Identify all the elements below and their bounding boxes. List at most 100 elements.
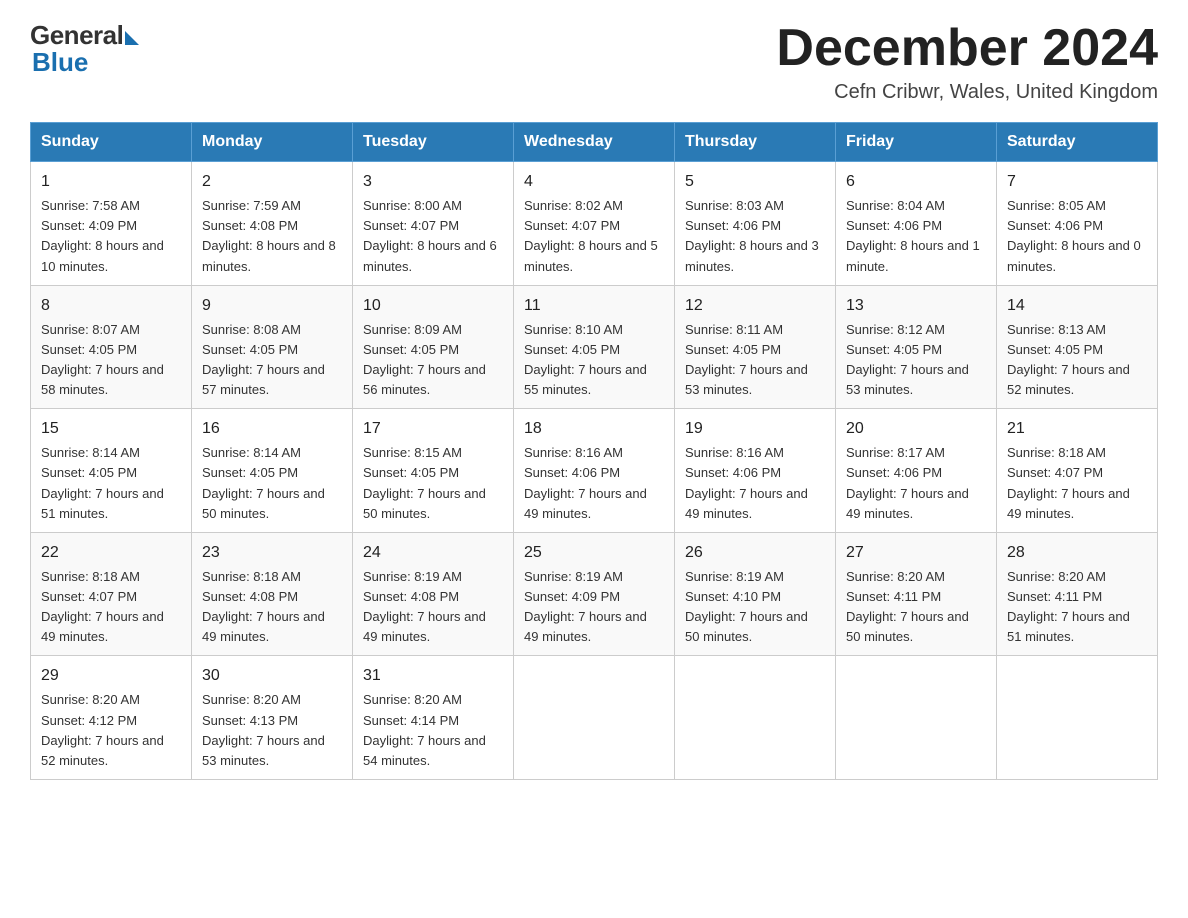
day-info: Sunrise: 8:15 AMSunset: 4:05 PMDaylight:… — [363, 445, 486, 520]
calendar-cell: 21 Sunrise: 8:18 AMSunset: 4:07 PMDaylig… — [997, 409, 1158, 533]
day-info: Sunrise: 8:20 AMSunset: 4:13 PMDaylight:… — [202, 692, 325, 767]
calendar-cell: 15 Sunrise: 8:14 AMSunset: 4:05 PMDaylig… — [31, 409, 192, 533]
col-wednesday: Wednesday — [514, 123, 675, 162]
day-info: Sunrise: 8:16 AMSunset: 4:06 PMDaylight:… — [524, 445, 647, 520]
calendar-week-row-2: 8 Sunrise: 8:07 AMSunset: 4:05 PMDayligh… — [31, 285, 1158, 409]
logo: General Blue — [30, 20, 139, 78]
day-info: Sunrise: 8:20 AMSunset: 4:12 PMDaylight:… — [41, 692, 164, 767]
calendar-cell: 1 Sunrise: 7:58 AMSunset: 4:09 PMDayligh… — [31, 162, 192, 286]
day-info: Sunrise: 8:02 AMSunset: 4:07 PMDaylight:… — [524, 198, 658, 273]
day-number: 14 — [1007, 294, 1147, 318]
calendar-cell: 19 Sunrise: 8:16 AMSunset: 4:06 PMDaylig… — [675, 409, 836, 533]
calendar-table: Sunday Monday Tuesday Wednesday Thursday… — [30, 122, 1158, 780]
day-number: 22 — [41, 541, 181, 565]
day-number: 26 — [685, 541, 825, 565]
logo-triangle-icon — [125, 31, 139, 45]
day-info: Sunrise: 8:20 AMSunset: 4:14 PMDaylight:… — [363, 692, 486, 767]
day-info: Sunrise: 8:20 AMSunset: 4:11 PMDaylight:… — [846, 569, 969, 644]
day-info: Sunrise: 8:18 AMSunset: 4:08 PMDaylight:… — [202, 569, 325, 644]
day-info: Sunrise: 8:18 AMSunset: 4:07 PMDaylight:… — [1007, 445, 1130, 520]
day-number: 23 — [202, 541, 342, 565]
calendar-cell: 20 Sunrise: 8:17 AMSunset: 4:06 PMDaylig… — [836, 409, 997, 533]
day-info: Sunrise: 8:13 AMSunset: 4:05 PMDaylight:… — [1007, 322, 1130, 397]
day-number: 21 — [1007, 417, 1147, 441]
day-number: 13 — [846, 294, 986, 318]
day-number: 28 — [1007, 541, 1147, 565]
day-number: 8 — [41, 294, 181, 318]
calendar-cell: 13 Sunrise: 8:12 AMSunset: 4:05 PMDaylig… — [836, 285, 997, 409]
day-info: Sunrise: 8:17 AMSunset: 4:06 PMDaylight:… — [846, 445, 969, 520]
day-info: Sunrise: 8:14 AMSunset: 4:05 PMDaylight:… — [41, 445, 164, 520]
day-info: Sunrise: 8:14 AMSunset: 4:05 PMDaylight:… — [202, 445, 325, 520]
calendar-cell — [675, 656, 836, 780]
logo-blue-text: Blue — [32, 47, 88, 78]
day-number: 4 — [524, 170, 664, 194]
day-number: 10 — [363, 294, 503, 318]
calendar-cell: 16 Sunrise: 8:14 AMSunset: 4:05 PMDaylig… — [192, 409, 353, 533]
calendar-cell: 25 Sunrise: 8:19 AMSunset: 4:09 PMDaylig… — [514, 532, 675, 656]
page-header: General Blue December 2024 Cefn Cribwr, … — [30, 20, 1158, 104]
day-info: Sunrise: 8:07 AMSunset: 4:05 PMDaylight:… — [41, 322, 164, 397]
day-number: 24 — [363, 541, 503, 565]
calendar-cell: 4 Sunrise: 8:02 AMSunset: 4:07 PMDayligh… — [514, 162, 675, 286]
calendar-cell: 22 Sunrise: 8:18 AMSunset: 4:07 PMDaylig… — [31, 532, 192, 656]
day-info: Sunrise: 8:12 AMSunset: 4:05 PMDaylight:… — [846, 322, 969, 397]
calendar-cell — [514, 656, 675, 780]
calendar-cell: 2 Sunrise: 7:59 AMSunset: 4:08 PMDayligh… — [192, 162, 353, 286]
day-number: 29 — [41, 664, 181, 688]
day-info: Sunrise: 8:20 AMSunset: 4:11 PMDaylight:… — [1007, 569, 1130, 644]
day-number: 16 — [202, 417, 342, 441]
day-number: 25 — [524, 541, 664, 565]
day-info: Sunrise: 8:11 AMSunset: 4:05 PMDaylight:… — [685, 322, 808, 397]
day-number: 7 — [1007, 170, 1147, 194]
day-number: 6 — [846, 170, 986, 194]
day-info: Sunrise: 8:04 AMSunset: 4:06 PMDaylight:… — [846, 198, 980, 273]
col-sunday: Sunday — [31, 123, 192, 162]
calendar-week-row-4: 22 Sunrise: 8:18 AMSunset: 4:07 PMDaylig… — [31, 532, 1158, 656]
day-number: 5 — [685, 170, 825, 194]
calendar-cell: 23 Sunrise: 8:18 AMSunset: 4:08 PMDaylig… — [192, 532, 353, 656]
col-thursday: Thursday — [675, 123, 836, 162]
day-number: 2 — [202, 170, 342, 194]
location-subtitle: Cefn Cribwr, Wales, United Kingdom — [776, 81, 1158, 104]
day-number: 18 — [524, 417, 664, 441]
calendar-cell: 14 Sunrise: 8:13 AMSunset: 4:05 PMDaylig… — [997, 285, 1158, 409]
calendar-cell: 6 Sunrise: 8:04 AMSunset: 4:06 PMDayligh… — [836, 162, 997, 286]
calendar-cell: 30 Sunrise: 8:20 AMSunset: 4:13 PMDaylig… — [192, 656, 353, 780]
col-saturday: Saturday — [997, 123, 1158, 162]
day-number: 1 — [41, 170, 181, 194]
day-info: Sunrise: 8:08 AMSunset: 4:05 PMDaylight:… — [202, 322, 325, 397]
calendar-cell — [836, 656, 997, 780]
calendar-cell: 7 Sunrise: 8:05 AMSunset: 4:06 PMDayligh… — [997, 162, 1158, 286]
day-info: Sunrise: 7:59 AMSunset: 4:08 PMDaylight:… — [202, 198, 336, 273]
calendar-cell: 5 Sunrise: 8:03 AMSunset: 4:06 PMDayligh… — [675, 162, 836, 286]
calendar-cell: 3 Sunrise: 8:00 AMSunset: 4:07 PMDayligh… — [353, 162, 514, 286]
calendar-cell: 12 Sunrise: 8:11 AMSunset: 4:05 PMDaylig… — [675, 285, 836, 409]
calendar-cell: 9 Sunrise: 8:08 AMSunset: 4:05 PMDayligh… — [192, 285, 353, 409]
calendar-header-row: Sunday Monday Tuesday Wednesday Thursday… — [31, 123, 1158, 162]
calendar-cell: 27 Sunrise: 8:20 AMSunset: 4:11 PMDaylig… — [836, 532, 997, 656]
day-number: 17 — [363, 417, 503, 441]
month-title: December 2024 — [776, 20, 1158, 77]
calendar-cell: 11 Sunrise: 8:10 AMSunset: 4:05 PMDaylig… — [514, 285, 675, 409]
col-tuesday: Tuesday — [353, 123, 514, 162]
day-info: Sunrise: 8:16 AMSunset: 4:06 PMDaylight:… — [685, 445, 808, 520]
day-number: 31 — [363, 664, 503, 688]
col-friday: Friday — [836, 123, 997, 162]
day-number: 9 — [202, 294, 342, 318]
calendar-cell: 18 Sunrise: 8:16 AMSunset: 4:06 PMDaylig… — [514, 409, 675, 533]
day-number: 3 — [363, 170, 503, 194]
calendar-cell: 10 Sunrise: 8:09 AMSunset: 4:05 PMDaylig… — [353, 285, 514, 409]
calendar-week-row-3: 15 Sunrise: 8:14 AMSunset: 4:05 PMDaylig… — [31, 409, 1158, 533]
calendar-cell: 28 Sunrise: 8:20 AMSunset: 4:11 PMDaylig… — [997, 532, 1158, 656]
day-number: 12 — [685, 294, 825, 318]
calendar-cell: 24 Sunrise: 8:19 AMSunset: 4:08 PMDaylig… — [353, 532, 514, 656]
calendar-week-row-1: 1 Sunrise: 7:58 AMSunset: 4:09 PMDayligh… — [31, 162, 1158, 286]
day-info: Sunrise: 8:19 AMSunset: 4:09 PMDaylight:… — [524, 569, 647, 644]
day-info: Sunrise: 8:18 AMSunset: 4:07 PMDaylight:… — [41, 569, 164, 644]
calendar-cell: 31 Sunrise: 8:20 AMSunset: 4:14 PMDaylig… — [353, 656, 514, 780]
day-number: 30 — [202, 664, 342, 688]
calendar-week-row-5: 29 Sunrise: 8:20 AMSunset: 4:12 PMDaylig… — [31, 656, 1158, 780]
day-number: 15 — [41, 417, 181, 441]
day-number: 20 — [846, 417, 986, 441]
